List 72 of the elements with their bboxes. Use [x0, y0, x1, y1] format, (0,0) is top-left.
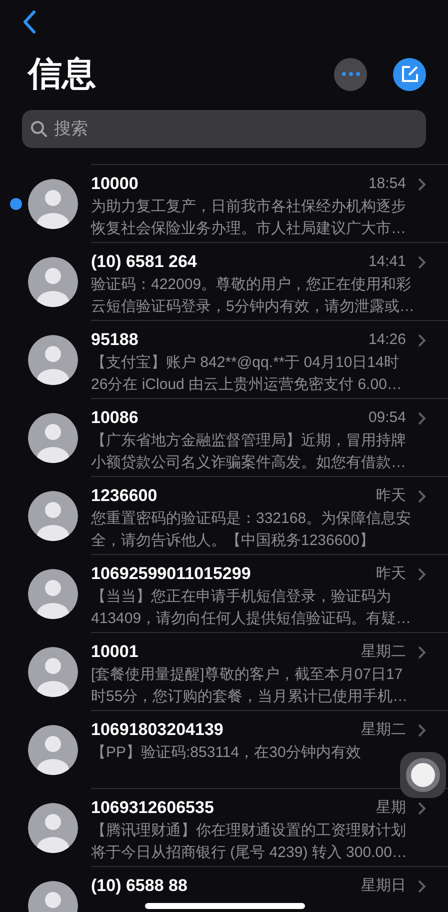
chevron-icon — [418, 256, 426, 269]
chevron-icon — [418, 724, 426, 737]
message-preview: 小额贷款公司名义诈骗案件高发。如您有借款… — [91, 452, 407, 472]
chevron-icon — [418, 490, 426, 503]
sender-name: 10691803204139 — [91, 719, 224, 742]
message-preview: 【PP】验证码:853114，在30分钟内有效 — [91, 742, 362, 762]
page-title: 信息 — [28, 54, 96, 94]
avatar-icon — [28, 179, 78, 229]
avatar-icon — [28, 725, 78, 775]
chevron-icon — [418, 802, 426, 815]
message-preview: [套餐使用量提醒]尊敬的客户，截至本月07日17 — [91, 664, 404, 684]
sender-name: 95188 — [91, 329, 138, 352]
avatar-icon — [28, 647, 78, 697]
avatar-icon — [28, 803, 78, 853]
message-time: 09:54 — [368, 408, 406, 428]
search-field[interactable]: 搜索 — [22, 110, 426, 148]
avatar-icon — [28, 491, 78, 541]
sender-name: (10) 6581 264 — [91, 251, 197, 274]
chevron-icon — [418, 880, 426, 893]
message-preview: 413409，请勿向任何人提供短信验证码。有疑… — [91, 608, 412, 628]
message-time: 昨天 — [376, 486, 406, 506]
sender-name: 1069312606535 — [91, 797, 214, 820]
compose-icon — [400, 65, 418, 83]
message-preview: 26分在 iCloud 由云上贵州运营免密支付 6.00… — [91, 374, 403, 394]
message-preview: 为助力复工复产，日前我市各社保经办机构逐步 — [91, 196, 407, 216]
chevron-icon — [418, 646, 426, 659]
conversation-row[interactable]: 10000 18:54 为助力复工复产，日前我市各社保经办机构逐步 恢复社会保险业务办理。市人社局建议广大市… — [0, 165, 448, 243]
message-time: 18:54 — [368, 174, 406, 194]
avatar-icon — [28, 257, 78, 307]
sender-name: 10692599011015299 — [91, 563, 251, 586]
message-time: 星期二 — [361, 720, 406, 740]
sender-name: 1236600 — [91, 485, 158, 508]
chevron-icon — [418, 178, 426, 191]
more-button[interactable] — [334, 58, 367, 90]
conversation-row[interactable]: (10) 6581 264 14:41 验证码：422009。尊敬的用户，您正在使用和彩 云短信验证码登录，5分钟内有效，请勿泄露或… — [0, 243, 448, 321]
message-preview: 您重置密码的验证码是：332168。为保障信息安 — [91, 508, 412, 528]
message-time: 星期二 — [361, 642, 406, 662]
avatar-icon — [28, 335, 78, 385]
chevron-icon — [418, 334, 426, 347]
conversation-row[interactable]: 10001 星期二 [套餐使用量提醒]尊敬的客户，截至本月07日17 时55分，您订购的套餐，当月累计已使用手机… — [0, 633, 448, 711]
message-preview: 云短信验证码登录，5分钟内有效，请勿泄露或… — [91, 296, 416, 316]
message-preview: 全，请勿告诉他人。【中国税务1236600】 — [91, 530, 376, 550]
message-preview: 恢复社会保险业务办理。市人社局建议广大市… — [91, 218, 407, 238]
conversation-row[interactable]: 10692599011015299 昨天 【当当】您正在申请手机短信登录，验证码为 413409，请勿向任何人提供短信验证码。有疑… — [0, 555, 448, 633]
sender-name: (10) 6588 88 — [91, 875, 188, 898]
message-time: 14:41 — [368, 252, 406, 272]
message-preview: 验证码：422009。尊敬的用户，您正在使用和彩 — [91, 274, 412, 294]
message-time: 昨天 — [376, 564, 406, 584]
message-time: 星期日 — [361, 876, 406, 896]
message-preview: 将于今日从招商银行 (尾号 4239) 转入 300.00… — [91, 842, 408, 862]
sender-name: 10086 — [91, 407, 138, 430]
chevron-icon — [418, 412, 426, 425]
message-time: 14:26 — [368, 330, 406, 350]
search-icon — [30, 120, 48, 138]
more-icon — [342, 72, 360, 76]
avatar-icon — [28, 413, 78, 463]
chevron-icon — [418, 568, 426, 581]
assistive-touch-button[interactable] — [400, 752, 446, 798]
compose-button[interactable] — [393, 58, 426, 90]
back-icon[interactable] — [22, 10, 36, 34]
avatar-icon — [28, 569, 78, 619]
sender-name: 10001 — [91, 641, 138, 664]
conversation-row[interactable]: 95188 14:26 【支付宝】账户 842**@qq.**于 04月10日14时 26分在 iCloud 由云上贵州运营免密支付 6.00… — [0, 321, 448, 399]
message-preview: 【腾讯理财通】你在理财通设置的工资理财计划 — [91, 820, 407, 840]
message-time: 星期 — [376, 798, 406, 818]
message-preview: 时55分，您订购的套餐，当月累计已使用手机… — [91, 686, 409, 706]
message-preview: 【广东省地方金融监督管理局】近期，冒用持牌 — [91, 430, 407, 450]
message-preview: 【当当】您正在申请手机短信登录，验证码为 — [91, 586, 392, 606]
sender-name: 10000 — [91, 173, 138, 196]
message-preview: 【支付宝】账户 842**@qq.**于 04月10日14时 — [91, 352, 400, 372]
conversation-row[interactable]: 1236600 昨天 您重置密码的验证码是：332168。为保障信息安 全，请勿告诉他人。【中国税务1236600】 — [0, 477, 448, 555]
conversation-row[interactable]: 10086 09:54 【广东省地方金融监督管理局】近期，冒用持牌 小额贷款公司名义诈骗案件高发。如您有借款… — [0, 399, 448, 477]
